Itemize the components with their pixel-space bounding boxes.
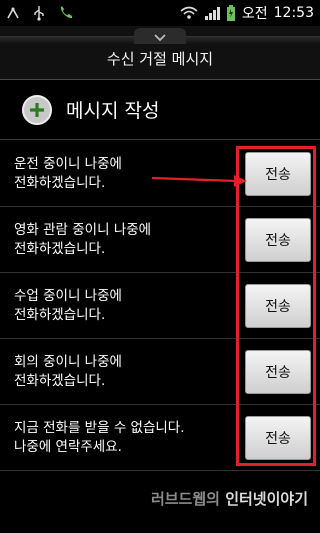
message-line: 영화 관람 중이니 나중에 xyxy=(14,221,152,238)
dialog-title: 수신 거절 메시지 xyxy=(106,50,214,68)
dialog-header: 수신 거절 메시지 xyxy=(0,26,320,80)
am-pm-label: 오전 xyxy=(241,6,268,22)
drag-handle[interactable] xyxy=(134,28,186,44)
reject-message-list: 운전 중이니 나중에 전화하겠습니다. 전송 영화 관람 중이니 나중에 전화하… xyxy=(0,141,320,471)
message-text: 지금 전화를 받을 수 없습니다. 나중에 연락주세요. xyxy=(14,419,229,457)
list-item: 영화 관람 중이니 나중에 전화하겠습니다. 전송 xyxy=(0,207,320,273)
phone-icon xyxy=(58,5,74,21)
watermark-part1: 러브드웹의 xyxy=(150,490,220,508)
send-button[interactable]: 전송 xyxy=(245,349,311,394)
message-text: 영화 관람 중이니 나중에 전화하겠습니다. xyxy=(14,221,229,259)
watermark-part2: 인터넷이야기 xyxy=(225,490,308,508)
plus-icon xyxy=(22,94,52,125)
send-button[interactable]: 전송 xyxy=(245,283,311,328)
list-item: 수업 중이니 나중에 전화하겠습니다. 전송 xyxy=(0,273,320,339)
message-text: 수업 중이니 나중에 전화하겠습니다. xyxy=(14,287,229,325)
message-line: 회의 중이니 나중에 xyxy=(14,353,122,370)
message-line: 전화하겠습니다. xyxy=(14,372,106,389)
list-item: 지금 전화를 받을 수 없습니다. 나중에 연락주세요. 전송 xyxy=(0,405,320,471)
message-line: 지금 전화를 받을 수 없습니다. xyxy=(14,419,185,436)
message-line: 나중에 연락주세요. xyxy=(14,438,122,455)
cell-signal-icon xyxy=(204,6,220,20)
status-bar: 오전 12:53 xyxy=(0,0,320,26)
battery-icon xyxy=(226,5,236,21)
watermark: 러브드웹의 인터넷이야기 xyxy=(0,488,320,518)
usb-icon xyxy=(32,5,46,21)
message-line: 전화하겠습니다. xyxy=(14,174,106,191)
compose-message-button[interactable]: 메시지 작성 xyxy=(0,80,320,140)
clock: 12:53 xyxy=(273,5,314,21)
list-item: 회의 중이니 나중에 전화하겠습니다. 전송 xyxy=(0,339,320,405)
message-line: 전화하겠습니다. xyxy=(14,306,106,323)
send-button[interactable]: 전송 xyxy=(245,415,311,460)
compose-message-label: 메시지 작성 xyxy=(66,100,160,122)
message-text: 회의 중이니 나중에 전화하겠습니다. xyxy=(14,353,229,391)
message-line: 수업 중이니 나중에 xyxy=(14,287,122,304)
message-line: 운전 중이니 나중에 xyxy=(14,155,122,172)
list-item: 운전 중이니 나중에 전화하겠습니다. 전송 xyxy=(0,141,320,207)
send-button[interactable]: 전송 xyxy=(245,217,311,262)
chevron-down-icon xyxy=(154,27,166,46)
message-line: 전화하겠습니다. xyxy=(14,240,106,257)
signal-icon xyxy=(6,6,20,20)
send-button[interactable]: 전송 xyxy=(245,151,311,196)
wifi-icon xyxy=(180,6,198,20)
message-text: 운전 중이니 나중에 전화하겠습니다. xyxy=(14,155,229,193)
